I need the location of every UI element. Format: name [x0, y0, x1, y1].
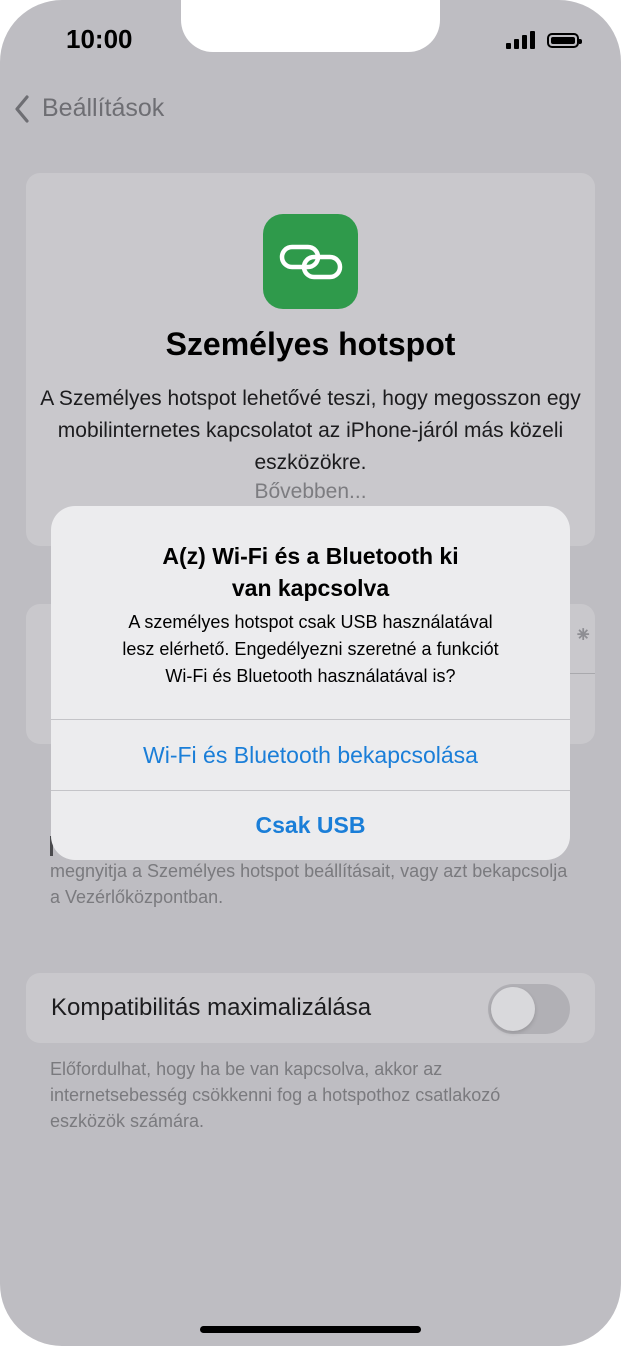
learn-more-link[interactable]: Bővebben...: [0, 480, 621, 504]
enable-wifi-bluetooth-button[interactable]: Wi-Fi és Bluetooth bekapcsolása: [51, 720, 570, 790]
alert-dialog: A(z) Wi-Fi és a Bluetooth ki van kapcsol…: [51, 506, 570, 860]
status-indicators: [506, 31, 582, 49]
back-label: Beállítások: [42, 94, 165, 122]
sharing-footnote: megnyitja a Személyes hotspot beállítása…: [50, 861, 568, 907]
alert-title-line: A(z) Wi-Fi és a Bluetooth ki: [162, 543, 459, 569]
battery-icon: [547, 32, 582, 48]
alert-message-line: lesz elérhető. Engedélyezni szeretné a f…: [122, 639, 499, 659]
page-title: Személyes hotspot: [165, 326, 456, 362]
alert-title-line: van kapcsolva: [231, 575, 390, 601]
alert-message-line: A személyes hotspot csak USB használatáv…: [128, 612, 493, 632]
compatibility-footnote: Előfordulhat, hogy ha be van kapcsolva, …: [50, 1059, 501, 1131]
back-button[interactable]: Beállítások: [14, 94, 164, 123]
usb-only-button[interactable]: Csak USB: [51, 791, 570, 860]
hotspot-app-icon: [263, 214, 358, 309]
status-time: 10:00: [66, 24, 133, 54]
chevron-left-icon: [15, 94, 29, 123]
compatibility-toggle[interactable]: [488, 984, 570, 1034]
alert-message: A személyes hotspot csak USB használatáv…: [77, 609, 544, 690]
toggle-knob: [491, 987, 535, 1031]
compatibility-label: Kompatibilitás maximalizálása: [51, 994, 372, 1021]
spinner-icon: ⁕: [574, 622, 593, 647]
hotspot-description: A Személyes hotspot lehetővé teszi, hogy…: [40, 387, 581, 474]
notch: [181, 0, 440, 52]
cellular-signal-icon: [506, 31, 535, 49]
phone-screen: 10:00 Beállítások Személyes hotspot A Sz…: [0, 0, 621, 1346]
row-divider: [570, 673, 595, 674]
home-indicator[interactable]: [200, 1326, 421, 1333]
alert-message-line: Wi-Fi és Bluetooth használatával is?: [165, 666, 456, 686]
link-icon: [279, 244, 342, 279]
alert-title: A(z) Wi-Fi és a Bluetooth ki van kapcsol…: [81, 540, 540, 604]
